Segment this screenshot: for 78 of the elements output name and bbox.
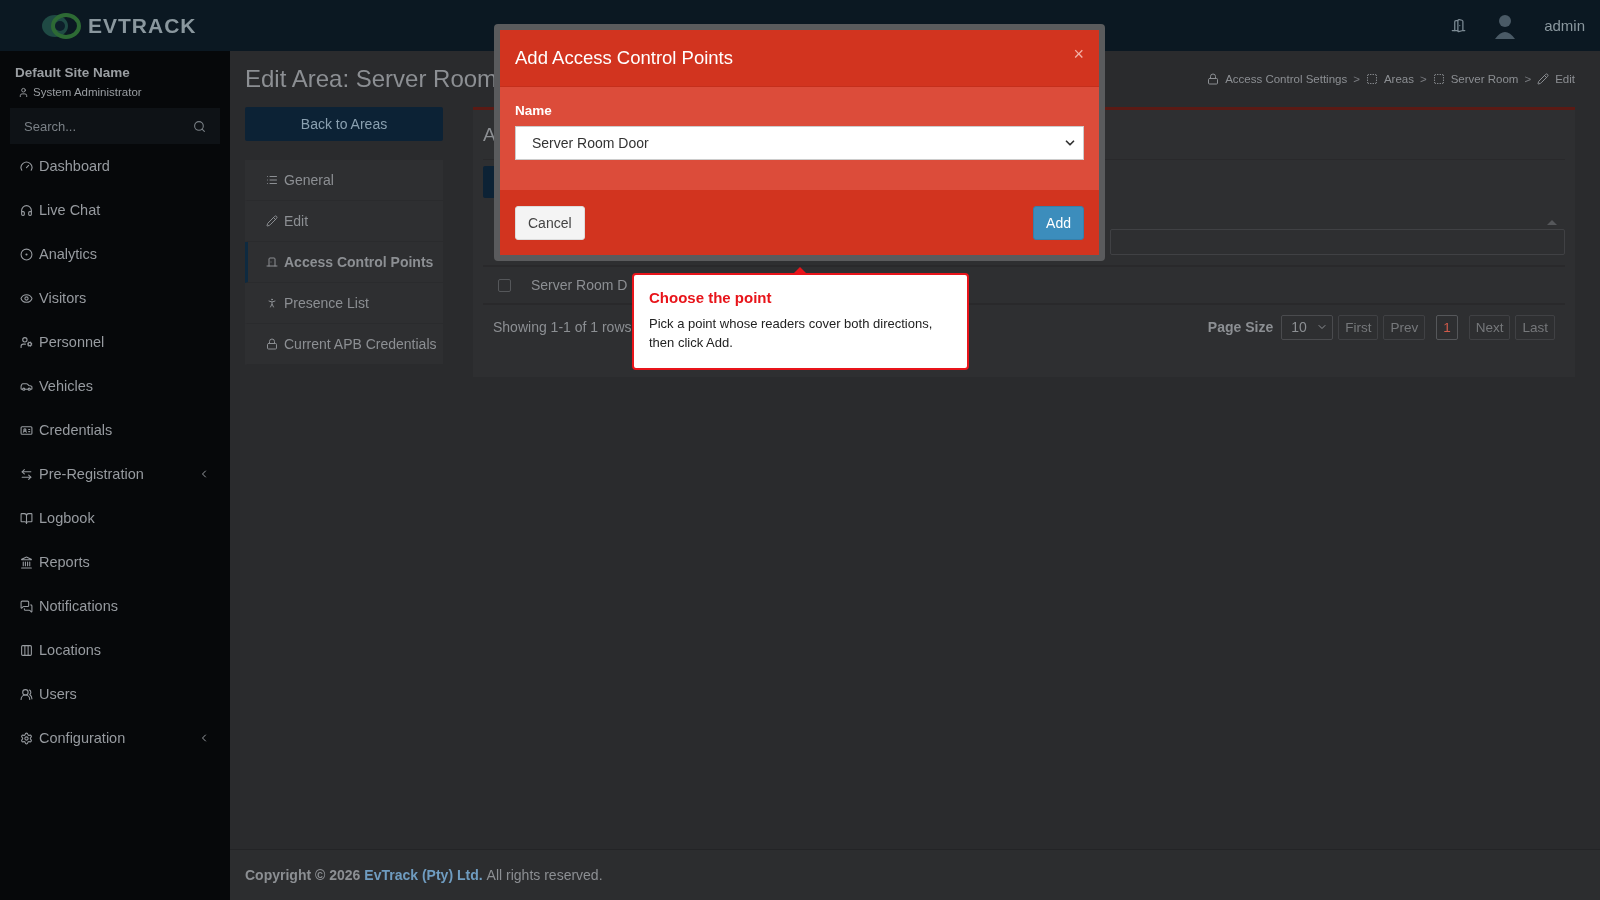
- lock-icon: [1207, 73, 1220, 85]
- rows-summary: Showing 1-1 of 1 rows: [493, 319, 632, 335]
- search-field[interactable]: Search...: [10, 108, 220, 144]
- sidebar-item[interactable]: Locations: [10, 628, 220, 672]
- headphones-icon: [20, 203, 33, 217]
- arrows-icon: [20, 467, 33, 481]
- sidebar-item[interactable]: Reports: [10, 540, 220, 584]
- book-icon: [20, 511, 33, 525]
- user-gear-icon: [20, 335, 33, 349]
- user-name[interactable]: admin: [1544, 17, 1585, 34]
- name-select[interactable]: Server Room Door: [515, 126, 1084, 160]
- company-link[interactable]: EvTrack (Pty) Ltd.: [364, 867, 483, 883]
- tooltip-title: Choose the point: [649, 289, 773, 306]
- rights-text: All rights reserved.: [486, 867, 603, 883]
- site-name: Default Site Name: [14, 65, 131, 80]
- modal-title: Add Access Control Points: [515, 47, 733, 69]
- search-icon: [193, 119, 206, 133]
- sidebar-item[interactable]: Dashboard: [10, 144, 220, 188]
- row-checkbox[interactable]: [498, 278, 511, 292]
- breadcrumb-link[interactable]: Access Control Settings: [1225, 73, 1348, 85]
- breadcrumb-separator: >: [1524, 73, 1532, 85]
- breadcrumb-link[interactable]: Areas: [1383, 73, 1414, 85]
- page-title: Edit Area: Server Room: [245, 65, 498, 93]
- columns-icon: [20, 643, 33, 657]
- gauge-icon: [20, 159, 33, 173]
- logo-text: EVTRACK: [88, 13, 197, 38]
- sidebar-item[interactable]: Visitors: [10, 276, 220, 320]
- breadcrumb-separator: >: [1420, 73, 1427, 85]
- sidebar-item[interactable]: Pre-Registration: [10, 452, 220, 496]
- nav-tab[interactable]: Presence List: [245, 283, 443, 324]
- door-icon[interactable]: [1451, 18, 1467, 33]
- sidebar-item[interactable]: Credentials: [10, 408, 220, 452]
- sidebar-item[interactable]: Users: [10, 672, 220, 716]
- sidebar-item[interactable]: Notifications: [10, 584, 220, 628]
- sidebar-item[interactable]: Configuration: [10, 716, 220, 760]
- close-button[interactable]: ×: [1073, 43, 1084, 65]
- dashed-square-icon: [1432, 73, 1445, 85]
- chat-icon: [20, 599, 33, 613]
- page-size-label: Page Size: [1207, 319, 1274, 335]
- dashed-square-icon: [1365, 73, 1378, 85]
- settings-icon: [20, 731, 33, 745]
- pencil-icon: [266, 215, 278, 227]
- nav-tab[interactable]: Edit: [245, 201, 443, 242]
- breadcrumb-link[interactable]: Server Room: [1450, 73, 1519, 85]
- sidebar-item[interactable]: Live Chat: [10, 188, 220, 232]
- add-button[interactable]: Add: [1033, 205, 1084, 240]
- tooltip-text: Pick a point whose readers cover both directions, then click Add.: [649, 315, 934, 352]
- target-icon: [20, 247, 33, 261]
- building-icon: [20, 555, 33, 569]
- user-icon: [18, 86, 29, 98]
- avatar-icon[interactable]: [1494, 12, 1517, 39]
- pencil-icon: [1537, 73, 1550, 85]
- sort-caret-icon[interactable]: [1547, 220, 1557, 225]
- field-label: Name: [515, 103, 553, 118]
- nav-tab[interactable]: Current APB Credentials: [245, 324, 443, 365]
- sidebar-item[interactable]: Personnel: [10, 320, 220, 364]
- sidebar-item[interactable]: Logbook: [10, 496, 220, 540]
- eye-icon: [20, 291, 33, 305]
- breadcrumb-link[interactable]: Edit: [1555, 73, 1575, 85]
- door-icon: [266, 256, 278, 268]
- nav-tab[interactable]: Access Control Points: [245, 242, 443, 283]
- cancel-button[interactable]: Cancel: [515, 205, 585, 240]
- add-button[interactable]: [483, 166, 494, 198]
- list-icon: [266, 174, 278, 186]
- walking-person-icon: [266, 297, 278, 309]
- pager-button[interactable]: 1: [1436, 314, 1458, 340]
- page-size-select[interactable]: 10: [1281, 314, 1334, 340]
- breadcrumb-separator: >: [1353, 73, 1360, 85]
- nav-tab[interactable]: General: [245, 160, 443, 201]
- lock-icon: [266, 338, 278, 350]
- sidebar-item[interactable]: Analytics: [10, 232, 220, 276]
- user-role: System Administrator: [33, 86, 142, 98]
- copyright-text: Copyright © 2026: [245, 867, 361, 883]
- id-card-icon: [20, 423, 33, 437]
- sidebar-item[interactable]: Vehicles: [10, 364, 220, 408]
- users-icon: [20, 687, 33, 701]
- table-cell: Server Room D: [531, 277, 628, 293]
- back-button[interactable]: Back to Areas: [245, 107, 443, 141]
